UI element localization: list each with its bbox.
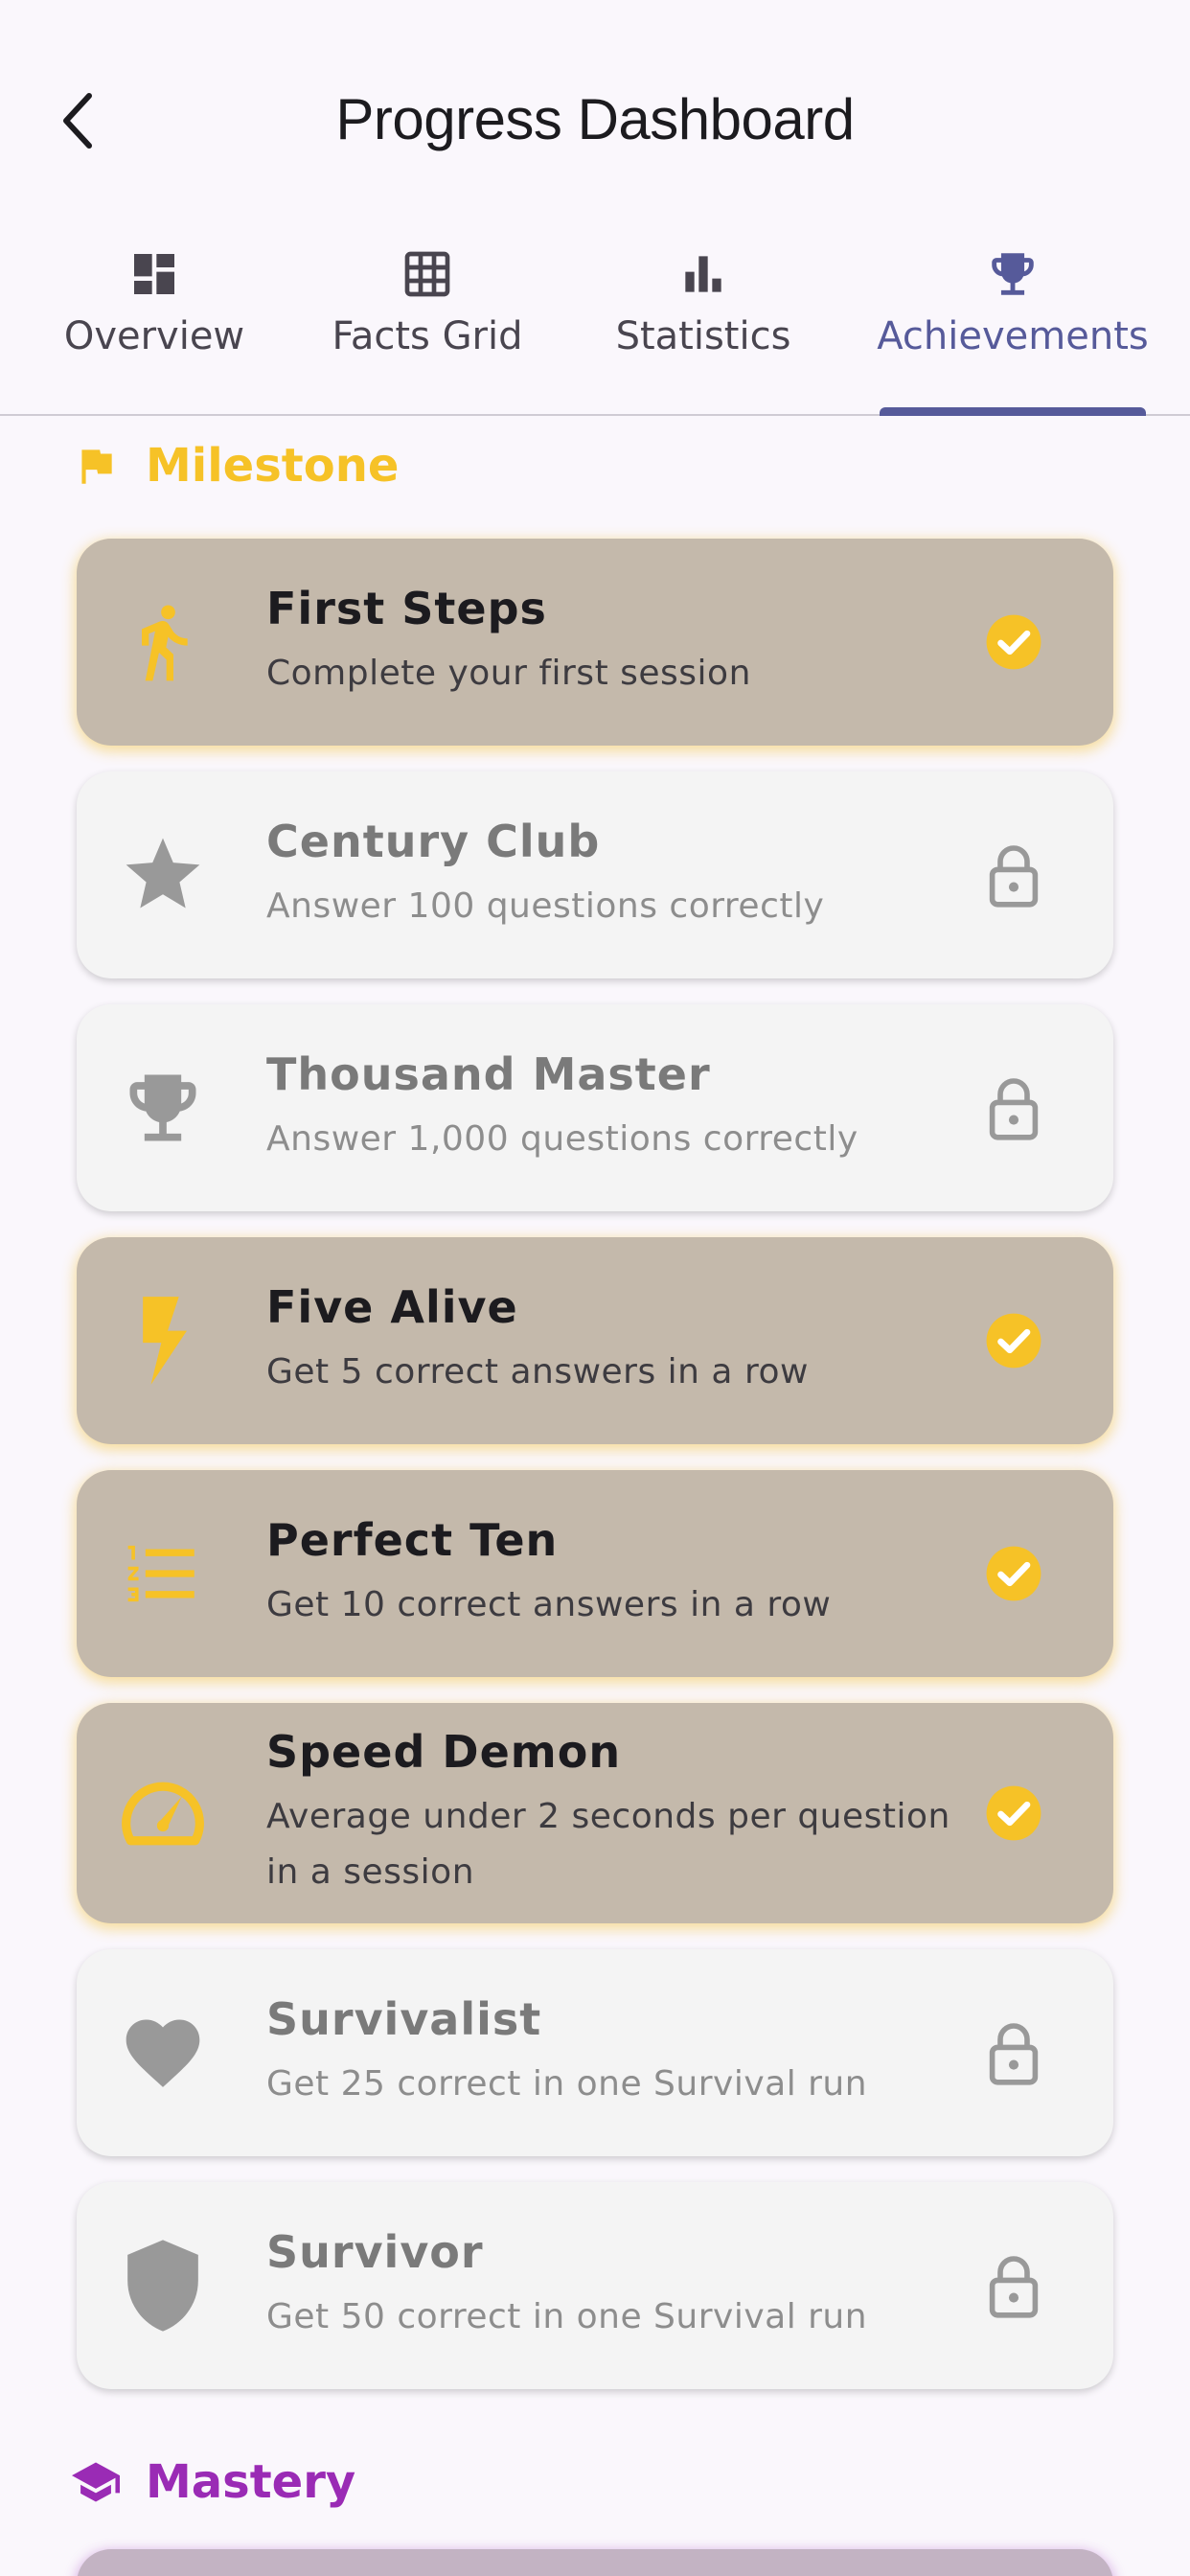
achievement-card-first-steps[interactable]: First Steps Complete your first session xyxy=(77,539,1113,746)
tab-facts-grid-label: Facts Grid xyxy=(332,314,523,358)
trophy-icon xyxy=(982,243,1043,305)
achievement-title: Survivor xyxy=(266,2226,484,2278)
achievement-title: Survivalist xyxy=(266,1993,542,2045)
speedometer-icon xyxy=(119,1760,207,1866)
achievement-title: Speed Demon xyxy=(266,1726,622,1778)
achievement-card-thousand-master[interactable]: Thousand Master Answer 1,000 questions c… xyxy=(77,1004,1113,1211)
grid-icon xyxy=(397,243,458,305)
section-milestone-label: Milestone xyxy=(146,439,400,493)
achievement-card-five-alive[interactable]: Five Alive Get 5 correct answers in a ro… xyxy=(77,1237,1113,1444)
achievement-title: Five Alive xyxy=(266,1281,518,1333)
section-mastery-header: Mastery xyxy=(69,2455,355,2509)
star-icon xyxy=(119,822,207,928)
tab-statistics[interactable]: Statistics xyxy=(609,222,797,414)
dashboard-icon xyxy=(124,243,185,305)
lock-icon xyxy=(983,1077,1044,1140)
app-root: Progress Dashboard Overview Facts Grid S… xyxy=(0,0,1190,2576)
walk-icon xyxy=(119,589,207,695)
achievement-description: Answer 100 questions correctly xyxy=(266,886,825,926)
school-icon xyxy=(69,2455,123,2509)
tab-achievements-label: Achievements xyxy=(877,314,1149,358)
achievement-text: Survivor Get 50 correct in one Survival … xyxy=(266,2226,970,2345)
lock-icon xyxy=(983,2255,1044,2318)
achievement-text: Thousand Master Answer 1,000 questions c… xyxy=(266,1048,970,1167)
tab-bar: Overview Facts Grid Statistics Achieveme… xyxy=(0,222,1190,416)
tab-indicator xyxy=(880,407,1146,416)
achievement-card-survivalist[interactable]: Survivalist Get 25 correct in one Surviv… xyxy=(77,1949,1113,2156)
heart-icon xyxy=(119,2000,207,2105)
achievement-title: Perfect Ten xyxy=(266,1514,559,1566)
achievement-text: Survivalist Get 25 correct in one Surviv… xyxy=(266,1993,970,2112)
lock-icon xyxy=(983,2022,1044,2085)
achievement-description: Get 50 correct in one Survival run xyxy=(266,2297,868,2336)
check-circle-icon xyxy=(983,1310,1044,1371)
achievement-text: Speed Demon Average under 2 seconds per … xyxy=(266,1726,970,1900)
check-circle-icon xyxy=(983,1782,1044,1844)
bar-chart-icon xyxy=(673,243,734,305)
achievement-card-mastery-partial[interactable] xyxy=(77,2549,1113,2576)
achievement-text: First Steps Complete your first session xyxy=(266,583,970,702)
shield-icon xyxy=(119,2233,207,2338)
flag-icon xyxy=(69,439,123,493)
tab-achievements[interactable]: Achievements xyxy=(874,222,1152,414)
achievement-description: Average under 2 seconds per question in … xyxy=(266,1797,950,1892)
achievement-card-speed-demon[interactable]: Speed Demon Average under 2 seconds per … xyxy=(77,1703,1113,1923)
app-bar: Progress Dashboard xyxy=(0,0,1190,216)
achievement-description: Get 25 correct in one Survival run xyxy=(266,2064,868,2104)
achievement-title: First Steps xyxy=(266,583,547,634)
achievement-text: Perfect Ten Get 10 correct answers in a … xyxy=(266,1514,970,1633)
bolt-icon xyxy=(119,1288,207,1393)
page-title: Progress Dashboard xyxy=(335,87,855,151)
tab-facts-grid[interactable]: Facts Grid xyxy=(326,222,529,414)
achievement-title: Century Club xyxy=(266,816,601,867)
achievement-description: Answer 1,000 questions correctly xyxy=(266,1119,858,1159)
trophy-icon xyxy=(119,1055,207,1161)
lock-icon xyxy=(983,844,1044,908)
tab-statistics-label: Statistics xyxy=(615,314,791,358)
section-milestone-header: Milestone xyxy=(69,439,399,493)
achievement-card-survivor[interactable]: Survivor Get 50 correct in one Survival … xyxy=(77,2182,1113,2389)
achievement-card-perfect-ten[interactable]: Perfect Ten Get 10 correct answers in a … xyxy=(77,1470,1113,1677)
tab-overview-label: Overview xyxy=(63,314,245,358)
achievement-text: Century Club Answer 100 questions correc… xyxy=(266,816,970,934)
numbered-list-icon xyxy=(119,1521,207,1626)
check-circle-icon xyxy=(983,1543,1044,1604)
achievement-description: Get 10 correct answers in a row xyxy=(266,1585,832,1624)
achievement-title: Thousand Master xyxy=(266,1048,711,1100)
section-mastery-label: Mastery xyxy=(146,2455,356,2509)
tab-overview[interactable]: Overview xyxy=(57,222,251,414)
achievement-description: Get 5 correct answers in a row xyxy=(266,1352,809,1392)
achievement-card-century-club[interactable]: Century Club Answer 100 questions correc… xyxy=(77,771,1113,978)
achievement-description: Complete your first session xyxy=(266,654,751,693)
check-circle-icon xyxy=(983,611,1044,673)
achievement-text: Five Alive Get 5 correct answers in a ro… xyxy=(266,1281,970,1400)
